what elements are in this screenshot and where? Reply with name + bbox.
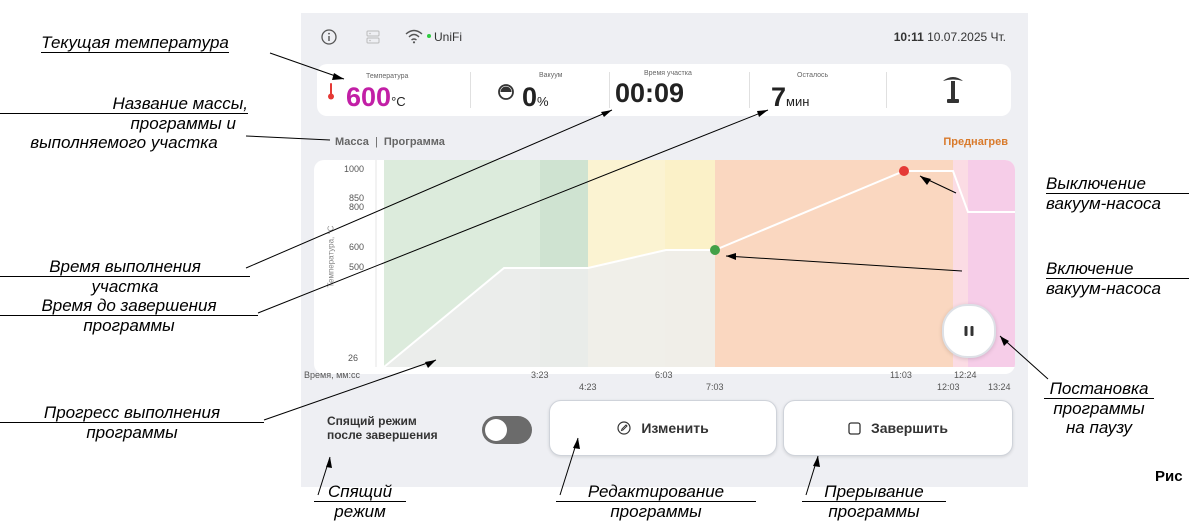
callout-line: вакуум-насоса (1046, 194, 1162, 213)
callout-line: на паузу (1065, 418, 1133, 437)
arrow-head (425, 360, 436, 368)
callout-line: программы (83, 316, 175, 335)
callout-pause: Постановка программы на паузу (1044, 379, 1154, 437)
callout-line: выполняемого участка (30, 133, 218, 152)
callout-line: Включение (1046, 259, 1189, 279)
callout-progress: Прогресс выполнения программы (0, 403, 264, 442)
arrow-head (332, 73, 344, 80)
callout-line: Прогресс выполнения (0, 403, 264, 423)
callout-line: Постановка (1044, 379, 1154, 399)
leader-line (245, 135, 331, 141)
callout-segment-time: Время выполнения участка (0, 257, 250, 296)
callout-current-temp: Текущая температура (0, 33, 270, 53)
callout-line: Спящий (314, 482, 406, 502)
callout-line: участка (91, 277, 159, 296)
callout-pump-on: Включение вакуум-насоса (1046, 259, 1189, 298)
callout-abort: Прерывание программы (802, 482, 946, 521)
callout-line: Время выполнения (0, 257, 250, 277)
callout-names: Название массы, программы и выполняемого… (0, 94, 248, 152)
callout-line: Выключение (1046, 174, 1189, 194)
callout-line: программы (1053, 399, 1145, 418)
leader-line (257, 109, 769, 314)
callout-pump-off: Выключение вакуум-насоса (1046, 174, 1189, 213)
callout-sleep: Спящий режим (314, 482, 406, 521)
callout-line: программы и (130, 114, 236, 133)
callout-line: Время до завершения (0, 296, 258, 316)
callout-line: режим (334, 502, 386, 521)
figure-caption: Рис (1155, 468, 1183, 485)
callout-line: программы (828, 502, 920, 521)
callout-line: программы (610, 502, 702, 521)
arrow-head (1000, 336, 1009, 346)
arrow-head (573, 438, 580, 449)
callout-line: Название массы, (0, 94, 248, 114)
callout-remaining: Время до завершения программы (0, 296, 258, 335)
arrow-head (813, 456, 820, 467)
leader-line (269, 52, 345, 80)
callout-line: Прерывание (802, 482, 946, 502)
callout-text: Текущая температура (41, 33, 229, 53)
callout-line: вакуум-насоса (1046, 279, 1162, 298)
arrow-head (726, 253, 736, 260)
arrow-head (920, 176, 931, 185)
arrow-head (601, 110, 612, 117)
arrow-head (757, 110, 768, 117)
callout-line: Редактирование (556, 482, 756, 502)
leader-line (725, 255, 963, 272)
callout-line: программы (86, 423, 178, 442)
leader-line (263, 359, 437, 421)
callout-edit: Редактирование программы (556, 482, 756, 521)
leader-line (245, 109, 613, 269)
